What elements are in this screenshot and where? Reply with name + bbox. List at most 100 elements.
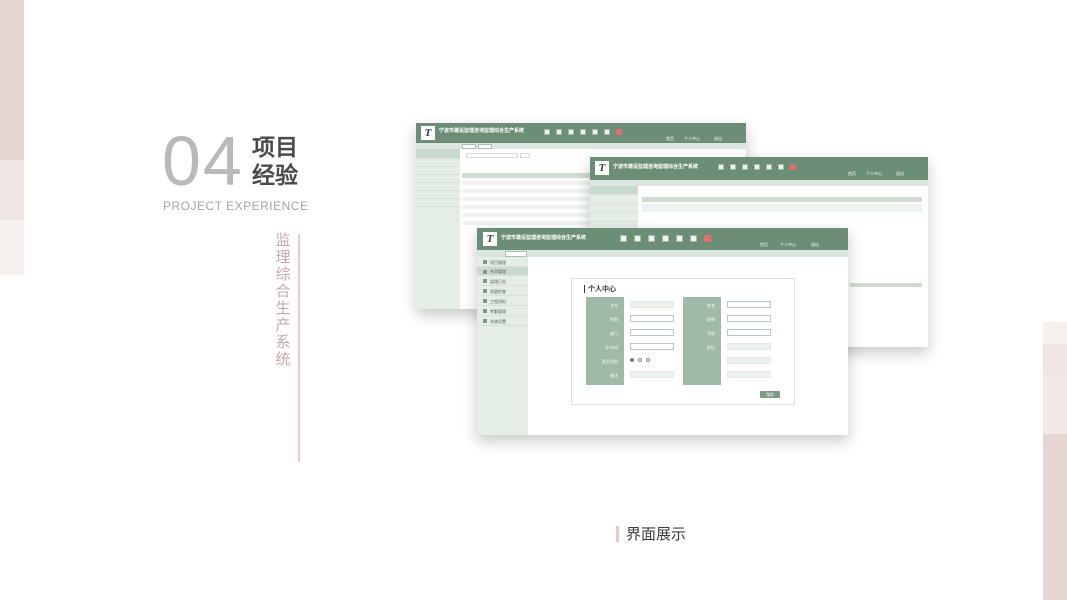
exit-icon[interactable] [704,235,711,242]
sidebar-item-label: 合同管理 [490,269,506,274]
sidebar-item[interactable] [590,213,638,222]
field-input-left-2[interactable] [630,329,674,336]
field-input-left-3[interactable] [630,343,674,350]
gear-icon [483,319,487,323]
toolbar-icon[interactable] [604,129,610,135]
field-input-right-2[interactable] [727,329,771,336]
field-label-left-4: 是否在职 [602,359,618,364]
vertical-project-label: 监理综合生产系统 [275,231,291,368]
toolbar-icon[interactable] [690,235,697,242]
table-row[interactable] [462,181,592,185]
sidebar-item[interactable] [416,159,460,167]
search-button[interactable] [520,153,530,158]
app-title: 宁波市建设监理咨询监理综合生产系统 [439,128,525,134]
tab-home[interactable] [462,144,476,149]
search-input[interactable] [466,153,518,158]
header-menu-home[interactable]: 首页 [848,171,856,176]
app-title: 宁波市建设监理咨询监理综合生产系统 [501,235,587,241]
table-row[interactable] [462,205,592,209]
field-input-right-3[interactable] [727,343,771,350]
header-menu-profile[interactable]: 个人中心 [866,171,882,176]
sidebar-item-3[interactable]: 质量检查 [477,286,528,296]
header-menu-logout[interactable]: 退出 [811,242,819,247]
tab-strip [590,180,928,186]
right-label-column [683,297,721,385]
toolbar-icon[interactable] [766,164,772,170]
sidebar-item-6[interactable]: 系统设置 [477,316,528,326]
sidebar-item[interactable] [590,186,638,195]
toolbar-icon[interactable] [580,129,586,135]
header-menu-home[interactable]: 首页 [760,242,768,247]
field-input-right-4[interactable] [727,357,771,364]
table-row[interactable] [462,221,592,225]
screenshot-window-profile: T 宁波市建设监理咨询监理综合生产系统 首页 个人中心 退出 项目管理 合同管理 [477,228,848,435]
tab-strip [416,143,746,149]
header-menu-home[interactable]: 首页 [666,136,674,141]
field-label-right-2: 手机 [707,331,715,336]
field-input-right-1[interactable] [727,315,771,322]
toolbar-icon[interactable] [634,235,641,242]
document-icon [483,270,487,274]
toolbar-icon[interactable] [544,129,550,135]
sidebar-item-2[interactable]: 监理日志 [477,276,528,286]
caption-marker [616,526,619,542]
sidebar-item[interactable] [416,167,460,175]
radio-option[interactable] [638,358,642,362]
sidebar-item[interactable] [416,199,460,207]
header-menu-profile[interactable]: 个人中心 [780,242,796,247]
sidebar-item-5[interactable]: 考勤管理 [477,306,528,316]
field-input-left-5[interactable] [630,371,674,378]
sidebar-item[interactable] [416,183,460,191]
sidebar-item-1[interactable]: 合同管理 [477,267,528,276]
caption: 界面展示 [626,525,687,543]
exit-icon[interactable] [616,129,622,135]
sidebar-item[interactable] [416,149,460,159]
decor-stripe [1043,344,1067,374]
toolbar-icon[interactable] [778,164,784,170]
save-button[interactable]: 保存 [760,391,780,398]
toolbar-icon[interactable] [718,164,724,170]
toolbar-icon[interactable] [742,164,748,170]
folder-icon [483,260,487,264]
table-row[interactable] [642,204,922,212]
exit-icon[interactable] [790,164,796,170]
radio-option[interactable] [630,358,634,362]
toolbar-icon[interactable] [592,129,598,135]
toolbar-icon[interactable] [648,235,655,242]
toolbar-icon[interactable] [662,235,669,242]
sidebar-item-label: 工程资料 [490,299,506,304]
sidebar-item[interactable] [590,195,638,204]
field-label-right-0: 姓名 [707,303,715,308]
table-row[interactable] [462,213,592,217]
toolbar-icon[interactable] [556,129,562,135]
header-menu-logout[interactable]: 退出 [896,171,904,176]
field-input-right-0[interactable] [727,301,771,308]
field-input-right-5[interactable] [727,371,771,378]
toolbar-icon[interactable] [620,235,627,242]
field-label-right-3: 职位 [707,345,715,350]
chart-icon [483,299,487,303]
table-header [462,173,592,178]
header-menu-logout[interactable]: 退出 [714,136,722,141]
sidebar-item[interactable] [416,191,460,199]
table-row[interactable] [462,197,592,201]
toolbar-icon[interactable] [730,164,736,170]
sidebar-item-4[interactable]: 工程资料 [477,296,528,306]
toolbar-icon[interactable] [676,235,683,242]
toolbar-icon[interactable] [754,164,760,170]
field-input-left-1[interactable] [630,315,674,322]
table-row[interactable] [462,189,592,193]
toolbar-icon[interactable] [568,129,574,135]
sidebar-item[interactable] [590,204,638,213]
sidebar-item-label: 监理日志 [490,279,506,284]
notebook-icon [483,279,487,283]
field-input-left-0[interactable] [630,301,674,308]
tab-current[interactable] [478,144,492,149]
decor-stripe [1043,434,1067,600]
window-header: T 宁波市建设监理咨询监理综合生产系统 首页 个人中心 退出 [416,123,746,143]
header-menu-profile[interactable]: 个人中心 [684,136,700,141]
field-label-left-5: 备注 [610,373,618,378]
sidebar-item[interactable] [416,175,460,183]
sidebar-item-0[interactable]: 项目管理 [477,257,528,267]
radio-option[interactable] [646,358,650,362]
